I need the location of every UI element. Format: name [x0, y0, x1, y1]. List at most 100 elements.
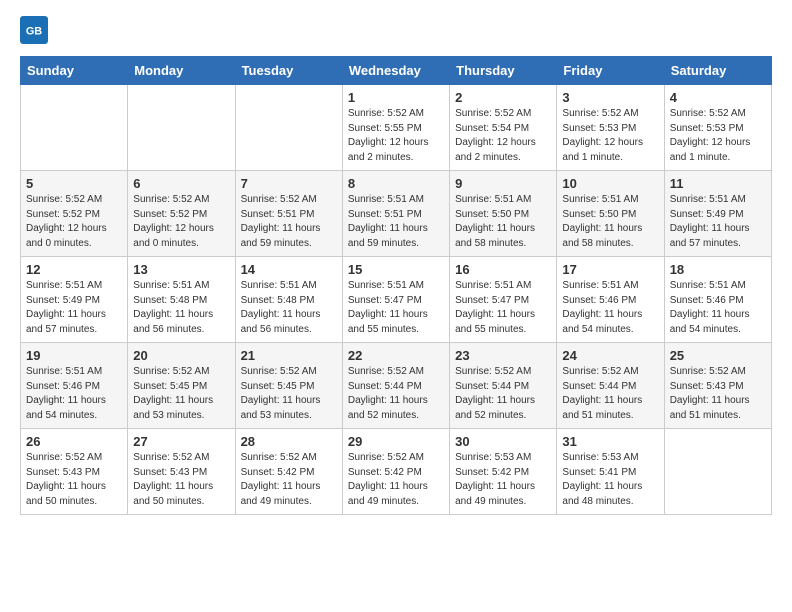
day-cell: 12 Sunrise: 5:51 AM Sunset: 5:49 PM Dayli…	[21, 257, 128, 343]
day-cell: 6Sunrise: 5:52 AM Sunset: 5:52 PM Daylig…	[128, 171, 235, 257]
day-info: Sunrise: 5:51 AM Sunset: 5:50 PM Dayligh…	[562, 193, 658, 251]
day-info: Sunrise: 5:52 AM Sunset: 5:43 PM Dayligh…	[26, 451, 122, 509]
day-cell: 16 Sunrise: 5:51 AM Sunset: 5:47 PM Dayli…	[450, 257, 557, 343]
day-info: Sunrise: 5:53 AM Sunset: 5:42 PM Dayligh…	[455, 451, 551, 509]
day-info: Sunrise: 5:52 AM Sunset: 5:45 PM Dayligh…	[133, 365, 229, 423]
day-number: 14	[241, 262, 337, 277]
day-number: 20	[133, 348, 229, 363]
week-row-5: 26 Sunrise: 5:52 AM Sunset: 5:43 PM Dayli…	[21, 429, 772, 515]
header-wednesday: Wednesday	[342, 57, 449, 85]
header-thursday: Thursday	[450, 57, 557, 85]
day-info: Sunrise: 5:52 AM Sunset: 5:52 PM Dayligh…	[26, 193, 122, 251]
day-number: 22	[348, 348, 444, 363]
svg-text:GB: GB	[26, 26, 42, 38]
day-cell: 14 Sunrise: 5:51 AM Sunset: 5:48 PM Dayli…	[235, 257, 342, 343]
day-info: Sunrise: 5:52 AM Sunset: 5:53 PM Dayligh…	[670, 107, 766, 165]
day-info: Sunrise: 5:51 AM Sunset: 5:48 PM Dayligh…	[133, 279, 229, 337]
day-info: Sunrise: 5:52 AM Sunset: 5:42 PM Dayligh…	[241, 451, 337, 509]
day-info: Sunrise: 5:52 AM Sunset: 5:45 PM Dayligh…	[241, 365, 337, 423]
day-info: Sunrise: 5:51 AM Sunset: 5:47 PM Dayligh…	[348, 279, 444, 337]
day-number: 25	[670, 348, 766, 363]
day-cell: 22Sunrise: 5:52 AM Sunset: 5:44 PM Dayli…	[342, 343, 449, 429]
day-cell: 20 Sunrise: 5:52 AM Sunset: 5:45 PM Dayli…	[128, 343, 235, 429]
logo: GB	[20, 16, 52, 44]
week-row-4: 19 Sunrise: 5:51 AM Sunset: 5:46 PM Dayli…	[21, 343, 772, 429]
header-friday: Friday	[557, 57, 664, 85]
day-cell: 7 Sunrise: 5:52 AM Sunset: 5:51 PM Daylig…	[235, 171, 342, 257]
day-info: Sunrise: 5:51 AM Sunset: 5:46 PM Dayligh…	[562, 279, 658, 337]
day-cell: 30Sunrise: 5:53 AM Sunset: 5:42 PM Dayli…	[450, 429, 557, 515]
day-number: 9	[455, 176, 551, 191]
day-number: 24	[562, 348, 658, 363]
day-info: Sunrise: 5:51 AM Sunset: 5:51 PM Dayligh…	[348, 193, 444, 251]
day-info: Sunrise: 5:51 AM Sunset: 5:46 PM Dayligh…	[670, 279, 766, 337]
day-info: Sunrise: 5:52 AM Sunset: 5:51 PM Dayligh…	[241, 193, 337, 251]
day-cell: 17 Sunrise: 5:51 AM Sunset: 5:46 PM Dayli…	[557, 257, 664, 343]
day-number: 28	[241, 434, 337, 449]
day-cell: 8 Sunrise: 5:51 AM Sunset: 5:51 PM Daylig…	[342, 171, 449, 257]
day-number: 21	[241, 348, 337, 363]
week-row-3: 12 Sunrise: 5:51 AM Sunset: 5:49 PM Dayli…	[21, 257, 772, 343]
day-info: Sunrise: 5:52 AM Sunset: 5:53 PM Dayligh…	[562, 107, 658, 165]
day-number: 27	[133, 434, 229, 449]
day-info: Sunrise: 5:52 AM Sunset: 5:44 PM Dayligh…	[562, 365, 658, 423]
day-cell: 18Sunrise: 5:51 AM Sunset: 5:46 PM Dayli…	[664, 257, 771, 343]
week-row-1: 1 Sunrise: 5:52 AM Sunset: 5:55 PM Daylig…	[21, 85, 772, 171]
day-number: 19	[26, 348, 122, 363]
day-info: Sunrise: 5:51 AM Sunset: 5:47 PM Dayligh…	[455, 279, 551, 337]
day-number: 26	[26, 434, 122, 449]
logo-icon: GB	[20, 16, 48, 44]
day-cell	[21, 85, 128, 171]
day-number: 3	[562, 90, 658, 105]
page-header: GB	[20, 16, 772, 44]
header-saturday: Saturday	[664, 57, 771, 85]
day-number: 7	[241, 176, 337, 191]
day-number: 1	[348, 90, 444, 105]
day-cell: 19 Sunrise: 5:51 AM Sunset: 5:46 PM Dayli…	[21, 343, 128, 429]
day-number: 2	[455, 90, 551, 105]
calendar-header-row: SundayMondayTuesdayWednesdayThursdayFrid…	[21, 57, 772, 85]
day-info: Sunrise: 5:52 AM Sunset: 5:52 PM Dayligh…	[133, 193, 229, 251]
day-cell: 15 Sunrise: 5:51 AM Sunset: 5:47 PM Dayli…	[342, 257, 449, 343]
day-cell: 1 Sunrise: 5:52 AM Sunset: 5:55 PM Daylig…	[342, 85, 449, 171]
day-info: Sunrise: 5:51 AM Sunset: 5:49 PM Dayligh…	[26, 279, 122, 337]
day-info: Sunrise: 5:51 AM Sunset: 5:46 PM Dayligh…	[26, 365, 122, 423]
day-cell: 31Sunrise: 5:53 AM Sunset: 5:41 PM Dayli…	[557, 429, 664, 515]
day-info: Sunrise: 5:52 AM Sunset: 5:55 PM Dayligh…	[348, 107, 444, 165]
day-info: Sunrise: 5:51 AM Sunset: 5:49 PM Dayligh…	[670, 193, 766, 251]
day-cell: 24 Sunrise: 5:52 AM Sunset: 5:44 PM Dayli…	[557, 343, 664, 429]
day-cell: 26 Sunrise: 5:52 AM Sunset: 5:43 PM Dayli…	[21, 429, 128, 515]
header-sunday: Sunday	[21, 57, 128, 85]
day-info: Sunrise: 5:52 AM Sunset: 5:44 PM Dayligh…	[455, 365, 551, 423]
day-cell	[128, 85, 235, 171]
day-info: Sunrise: 5:52 AM Sunset: 5:43 PM Dayligh…	[670, 365, 766, 423]
day-number: 16	[455, 262, 551, 277]
day-cell: 3 Sunrise: 5:52 AM Sunset: 5:53 PM Daylig…	[557, 85, 664, 171]
day-number: 11	[670, 176, 766, 191]
day-cell: 27 Sunrise: 5:52 AM Sunset: 5:43 PM Dayli…	[128, 429, 235, 515]
week-row-2: 5 Sunrise: 5:52 AM Sunset: 5:52 PM Daylig…	[21, 171, 772, 257]
calendar-table: SundayMondayTuesdayWednesdayThursdayFrid…	[20, 56, 772, 515]
day-cell: 11 Sunrise: 5:51 AM Sunset: 5:49 PM Dayli…	[664, 171, 771, 257]
day-cell	[664, 429, 771, 515]
day-number: 10	[562, 176, 658, 191]
day-number: 5	[26, 176, 122, 191]
day-number: 4	[670, 90, 766, 105]
day-number: 12	[26, 262, 122, 277]
day-cell: 13 Sunrise: 5:51 AM Sunset: 5:48 PM Dayli…	[128, 257, 235, 343]
day-number: 8	[348, 176, 444, 191]
day-cell	[235, 85, 342, 171]
day-number: 15	[348, 262, 444, 277]
day-info: Sunrise: 5:53 AM Sunset: 5:41 PM Dayligh…	[562, 451, 658, 509]
day-cell: 28 Sunrise: 5:52 AM Sunset: 5:42 PM Dayli…	[235, 429, 342, 515]
day-cell: 9 Sunrise: 5:51 AM Sunset: 5:50 PM Daylig…	[450, 171, 557, 257]
day-number: 29	[348, 434, 444, 449]
day-info: Sunrise: 5:52 AM Sunset: 5:43 PM Dayligh…	[133, 451, 229, 509]
day-info: Sunrise: 5:51 AM Sunset: 5:50 PM Dayligh…	[455, 193, 551, 251]
day-cell: 25 Sunrise: 5:52 AM Sunset: 5:43 PM Dayli…	[664, 343, 771, 429]
day-cell: 4 Sunrise: 5:52 AM Sunset: 5:53 PM Daylig…	[664, 85, 771, 171]
day-number: 17	[562, 262, 658, 277]
day-cell: 2Sunrise: 5:52 AM Sunset: 5:54 PM Daylig…	[450, 85, 557, 171]
day-info: Sunrise: 5:51 AM Sunset: 5:48 PM Dayligh…	[241, 279, 337, 337]
day-number: 13	[133, 262, 229, 277]
